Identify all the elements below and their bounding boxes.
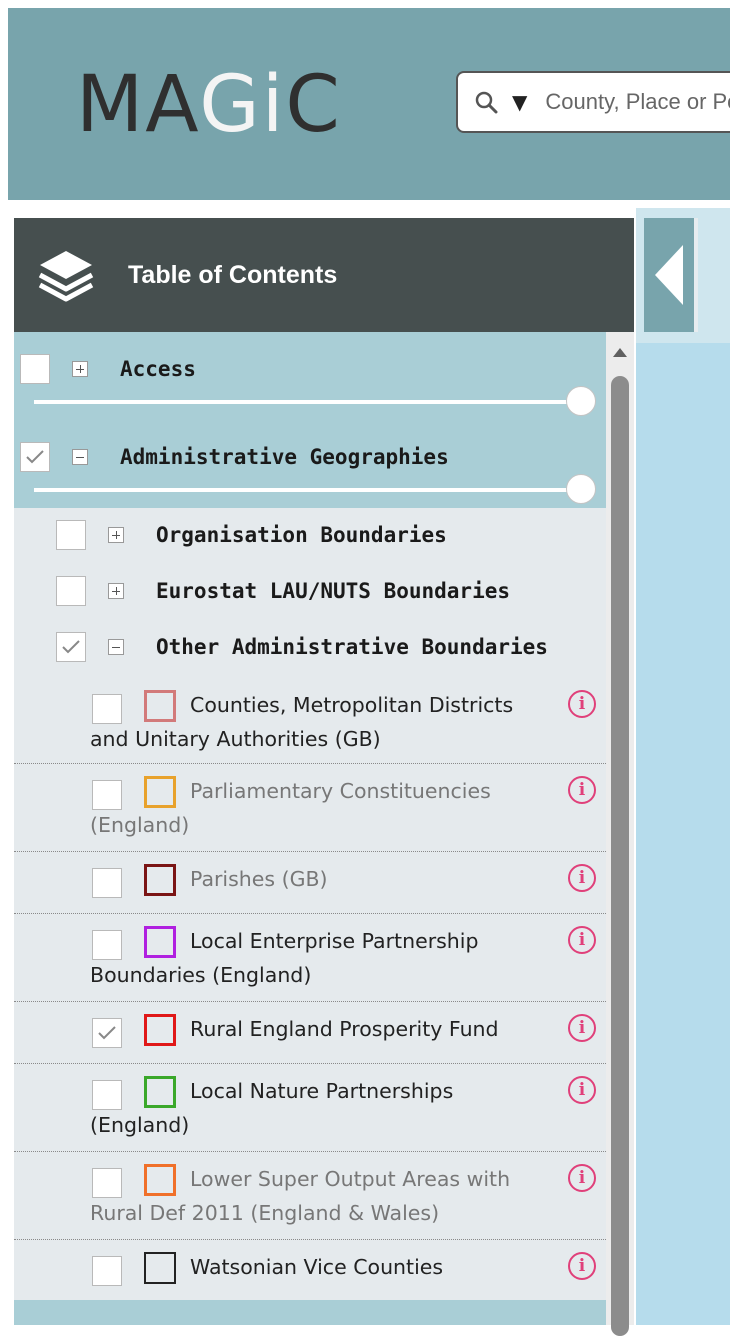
expand-icon[interactable]: [72, 361, 88, 377]
subgroup-row-organisation-boundaries: Organisation Boundaries: [56, 520, 447, 550]
subgroup-label: Organisation Boundaries: [156, 523, 447, 547]
search-box[interactable]: ▼: [456, 71, 730, 133]
subgroup-label: Eurostat LAU/NUTS Boundaries: [156, 579, 511, 603]
group-row-access: Access: [20, 354, 196, 384]
checkmark-icon: [26, 450, 44, 464]
subgroup-checkbox[interactable]: [56, 632, 86, 662]
search-icon[interactable]: [474, 90, 498, 114]
search-input[interactable]: [543, 88, 730, 116]
info-icon[interactable]: i: [568, 864, 596, 892]
layer-row: Parliamentary Constituencies (England) i: [14, 764, 606, 852]
expand-icon[interactable]: [108, 527, 124, 543]
toc-header: Table of Contents: [14, 218, 634, 332]
group-label-administrative-geographies: Administrative Geographies: [120, 445, 449, 469]
layer-row: Local Nature Partnerships (England) i: [14, 1064, 606, 1152]
subgroup-checkbox[interactable]: [56, 576, 86, 606]
layer-label: Lower Super Output Areas with Rural Def …: [90, 1167, 511, 1225]
opacity-slider-access[interactable]: [34, 386, 596, 416]
info-icon[interactable]: i: [568, 1014, 596, 1042]
app-header: MAGiC ▼: [8, 8, 730, 200]
collapse-icon[interactable]: [108, 639, 124, 655]
next-group-band: [14, 1300, 606, 1325]
checkmark-icon: [62, 640, 80, 654]
layer-label: Rural England Prosperity Fund: [190, 1017, 499, 1041]
map-canvas[interactable]: [636, 208, 730, 1325]
layer-list: Access Administrative Geographies Organi…: [14, 332, 606, 1325]
layer-row: Rural England Prosperity Fund i: [14, 1002, 606, 1064]
subgroup-row-other-administrative: Other Administrative Boundaries: [56, 632, 548, 662]
info-icon[interactable]: i: [568, 1252, 596, 1280]
layer-row: Local Enterprise Partnership Boundaries …: [14, 914, 606, 1002]
layer-label: Parliamentary Constituencies (England): [90, 779, 491, 837]
layer-label: Local Enterprise Partnership Boundaries …: [90, 929, 479, 987]
magic-logo[interactable]: MAGiC: [76, 66, 342, 144]
chevron-left-icon: [655, 245, 683, 305]
group-label-access: Access: [120, 357, 196, 381]
logo-text-c: C: [285, 60, 342, 150]
logo-text-gi: Gi: [199, 60, 286, 150]
subgroup-label: Other Administrative Boundaries: [156, 635, 548, 659]
layer-label: Counties, Metropolitan Districts and Uni…: [90, 693, 514, 751]
collapse-panel-button[interactable]: [644, 218, 698, 332]
info-icon[interactable]: i: [568, 1076, 596, 1104]
opacity-slider-administrative-geographies[interactable]: [34, 474, 596, 504]
collapse-icon[interactable]: [72, 449, 88, 465]
group-row-administrative-geographies: Administrative Geographies: [20, 442, 449, 472]
search-type-dropdown-icon[interactable]: ▼: [512, 90, 527, 114]
info-icon[interactable]: i: [568, 926, 596, 954]
layer-row: Counties, Metropolitan Districts and Uni…: [14, 680, 606, 764]
scroll-thumb[interactable]: [611, 376, 629, 1336]
subgroup-row-eurostat: Eurostat LAU/NUTS Boundaries: [56, 576, 510, 606]
layer-label: Local Nature Partnerships (England): [90, 1079, 454, 1137]
layer-label: Watsonian Vice Counties: [190, 1255, 444, 1279]
layer-row: Lower Super Output Areas with Rural Def …: [14, 1152, 606, 1240]
group-checkbox-access[interactable]: [20, 354, 50, 384]
logo-text-ma: MA: [76, 60, 200, 150]
toc-title: Table of Contents: [128, 260, 338, 289]
layer-row: Parishes (GB) i: [14, 852, 606, 914]
info-icon[interactable]: i: [568, 1164, 596, 1192]
slider-handle[interactable]: [566, 386, 596, 416]
subgroup-checkbox[interactable]: [56, 520, 86, 550]
scroll-up-icon[interactable]: [613, 348, 627, 357]
group-checkbox-administrative-geographies[interactable]: [20, 442, 50, 472]
layer-label: Parishes (GB): [190, 867, 328, 891]
layer-row: Watsonian Vice Counties i: [14, 1240, 606, 1300]
info-icon[interactable]: i: [568, 776, 596, 804]
expand-icon[interactable]: [108, 583, 124, 599]
slider-handle[interactable]: [566, 474, 596, 504]
toc-scrollbar[interactable]: [606, 332, 634, 1336]
layers-icon: [38, 251, 94, 302]
info-icon[interactable]: i: [568, 690, 596, 718]
